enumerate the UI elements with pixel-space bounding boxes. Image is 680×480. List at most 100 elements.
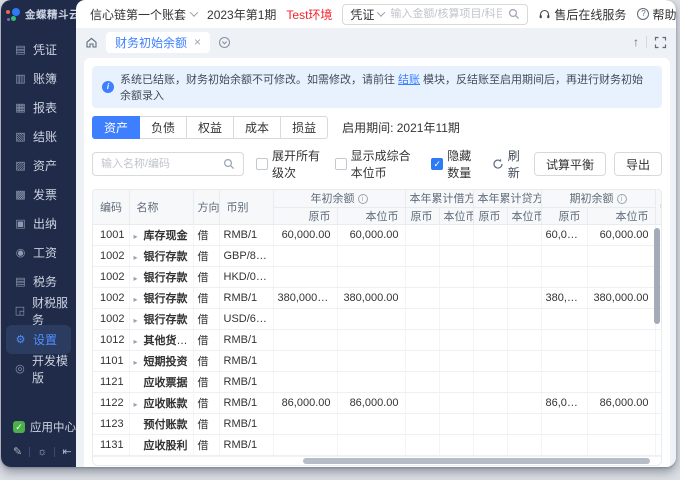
edit-pencil-icon[interactable]: ✎ <box>13 445 22 458</box>
invoice-icon: ▩ <box>14 188 27 201</box>
sidebar-item-payroll[interactable]: ◉工资 <box>1 238 76 267</box>
expand-icon[interactable]: ▸ <box>134 295 141 304</box>
cell-amount <box>507 371 541 392</box>
after-sales-service-link[interactable]: 售后在线服务 <box>538 6 626 23</box>
table-row[interactable]: 1001▸库存现金借RMB/160,000.0060,000.0060,000.… <box>93 224 662 245</box>
cell-currency: RMB/1 <box>219 329 273 350</box>
sidebar-item-ledger[interactable]: ▥账簿 <box>1 64 76 93</box>
sidebar-item-cashier[interactable]: ▣出纳 <box>1 209 76 238</box>
checkbox-unchecked-icon <box>335 158 347 170</box>
close-icon[interactable]: × <box>194 35 201 49</box>
sidebar-item-label: 发票 <box>33 186 57 203</box>
sidebar-item-invoice[interactable]: ▩ 发票 <box>1 180 76 209</box>
app-center-button[interactable]: ✓ 应用中心 <box>13 419 76 435</box>
scroll-top-icon[interactable]: ↑ <box>633 35 639 49</box>
horizontal-scrollbar-thumb[interactable] <box>303 458 649 464</box>
cell-code: 1002 <box>93 308 129 329</box>
action-buttons: 试算平衡 导出 <box>534 152 662 176</box>
tab-initial-balance[interactable]: 财务初始余额 × <box>106 32 210 53</box>
info-icon[interactable]: i <box>617 194 627 204</box>
vertical-scrollbar-thumb[interactable] <box>654 228 660 324</box>
cashier-icon: ▣ <box>14 217 27 230</box>
account-switcher[interactable]: 信心链第一个账套 <box>90 6 197 23</box>
global-search-input[interactable] <box>390 8 502 20</box>
closing-module-link[interactable]: 结账 <box>398 74 420 86</box>
sidebar-item-label: 税务 <box>33 273 57 290</box>
collapse-sidebar-icon[interactable]: ⇤ <box>62 445 71 458</box>
fullscreen-icon[interactable] <box>654 36 667 49</box>
col-group-label: 本年累计借方 <box>410 193 474 205</box>
table-row[interactable]: 1002▸银行存款借RMB/1380,000.00380,000.00380,0… <box>93 287 662 308</box>
global-search-group: 凭证 <box>342 4 528 25</box>
cell-amount <box>587 413 655 434</box>
cell-code: 1123 <box>93 413 129 434</box>
trial-balance-button[interactable]: 试算平衡 <box>534 152 606 176</box>
sidebar-item-dev-template[interactable]: ◎开发模版 <box>1 354 76 383</box>
sidebar-item-voucher[interactable]: ▤凭证 <box>1 35 76 64</box>
category-tab-3[interactable]: 成本 <box>234 116 281 139</box>
cell-name: ▸银行存款 <box>129 308 193 329</box>
table-row[interactable]: 1101▸短期投资借RMB/1 <box>93 350 662 371</box>
checkbox-show-combined-base-currency[interactable]: 显示成综合本位币 <box>335 147 420 181</box>
table-row[interactable]: 1002▸银行存款借USD/6.4593 <box>93 308 662 329</box>
cell-amount <box>473 287 507 308</box>
expand-icon[interactable]: ▸ <box>134 358 141 367</box>
cell-name: ▸其他货币资金 <box>129 329 193 350</box>
sidebar-item-closing[interactable]: ▧结账 <box>1 122 76 151</box>
subcol-orig: 原币 <box>541 207 587 224</box>
help-icon: ? <box>637 8 649 20</box>
table-row[interactable]: 1002▸银行存款借GBP/8.8247 <box>93 245 662 266</box>
cell-currency: RMB/1 <box>219 392 273 413</box>
table-row[interactable]: 1121应收票据借RMB/1 <box>93 371 662 392</box>
tax-service-icon: ◲ <box>14 304 26 317</box>
search-icon[interactable] <box>223 158 235 170</box>
table-row[interactable]: 1012▸其他货币资金借RMB/1 <box>93 329 662 350</box>
cell-amount <box>439 266 473 287</box>
category-tab-2[interactable]: 权益 <box>187 116 234 139</box>
sidebar-item-settings[interactable]: ⚙设置 <box>6 325 71 354</box>
cell-amount <box>507 350 541 371</box>
expand-icon[interactable]: ▸ <box>134 400 141 409</box>
checkbox-expand-levels[interactable]: 展开所有级次 <box>256 147 323 181</box>
table-row[interactable]: 1002▸银行存款借HKD/0.8298 <box>93 266 662 287</box>
table-row[interactable]: 1123预付账款借RMB/1 <box>93 413 662 434</box>
env-badge: Test环境 <box>286 6 332 23</box>
sidebar-item-tax-service[interactable]: ◲财税服务 <box>1 296 76 325</box>
expand-icon[interactable]: ▸ <box>134 274 141 283</box>
name-code-search-input[interactable] <box>101 158 219 170</box>
expand-icon[interactable]: ▸ <box>134 232 141 241</box>
closing-icon: ▧ <box>14 130 27 143</box>
cell-amount <box>507 413 541 434</box>
cell-amount <box>473 413 507 434</box>
voucher-type-dropdown[interactable]: 凭证 <box>350 6 384 23</box>
sidebar-item-tax[interactable]: ▤税务 <box>1 267 76 296</box>
cell-amount <box>405 350 439 371</box>
table-row[interactable]: 1131应收股利借RMB/1 <box>93 434 662 455</box>
category-tab-4[interactable]: 损益 <box>281 116 328 139</box>
sidebar-item-asset[interactable]: ▨资产 <box>1 151 76 180</box>
cell-amount <box>473 371 507 392</box>
theme-sun-icon[interactable]: ☼ <box>37 446 47 458</box>
recent-tabs-icon[interactable] <box>218 36 231 49</box>
expand-icon[interactable]: ▸ <box>134 253 141 262</box>
col-group-2: 本年累计贷方i <box>473 190 541 207</box>
expand-icon[interactable]: ▸ <box>134 337 141 346</box>
cell-amount <box>587 245 655 266</box>
category-tab-1[interactable]: 负债 <box>140 116 187 139</box>
refresh-button[interactable]: 刷新 <box>492 147 522 181</box>
info-icon[interactable]: i <box>358 194 368 204</box>
table-row[interactable]: 1122▸应收账款借RMB/186,000.0086,000.0086,000.… <box>93 392 662 413</box>
export-button[interactable]: 导出 <box>614 152 662 176</box>
search-icon[interactable] <box>508 8 520 20</box>
col-currency: 币别 <box>219 190 273 224</box>
col-group-1: 本年累计借方i <box>405 190 473 207</box>
category-tab-0[interactable]: 资产 <box>92 116 140 139</box>
home-icon[interactable] <box>85 36 98 49</box>
cell-amount <box>337 413 405 434</box>
sidebar-item-report[interactable]: ▦报表 <box>1 93 76 122</box>
checkbox-hide-quantity[interactable]: 隐藏数量 <box>431 147 479 181</box>
column-settings-gear-icon[interactable]: ⚙ <box>655 190 662 224</box>
cell-code: 1002 <box>93 287 129 308</box>
expand-icon[interactable]: ▸ <box>134 316 141 325</box>
help-link[interactable]: ? 帮助 <box>637 6 676 23</box>
